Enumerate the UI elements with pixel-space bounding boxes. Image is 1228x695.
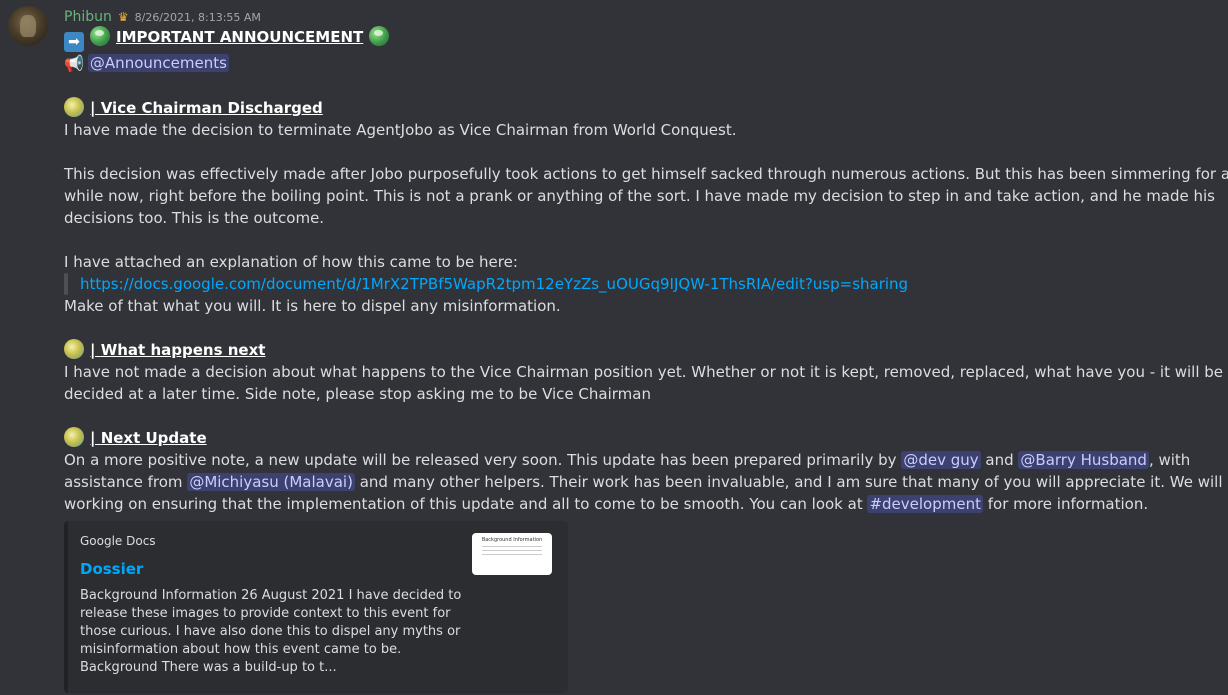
text-span: On a more positive note, a new update wi…: [64, 451, 902, 469]
paragraph: I have attached an explanation of how th…: [64, 253, 518, 271]
mention-line: 📢 @Announcements: [64, 52, 1188, 75]
announcement-title-line: ➡ IMPORTANT ANNOUNCEMENT: [64, 26, 1188, 52]
text-span: for more information.: [983, 495, 1149, 513]
section-heading-what-happens-next: | What happens next: [64, 339, 1188, 361]
text-span: and many other helpers. Their work has b…: [354, 473, 1228, 491]
block-quote: https://docs.google.com/document/d/1MrX2…: [64, 273, 1188, 295]
avatar[interactable]: [8, 6, 48, 46]
text-span: and: [980, 451, 1019, 469]
message-header: Phibun ♛ 8/26/2021, 8:13:55 AM: [64, 6, 1188, 25]
crown-icon: ♛: [117, 10, 129, 24]
globe-icon: [369, 26, 390, 46]
user-mention-michiyasu[interactable]: @Michiyasu (Malavai): [187, 473, 355, 491]
section-heading-prefix: |: [90, 99, 101, 117]
paragraph-line: This decision was effectively made after…: [64, 165, 1228, 183]
text-span: assistance from: [64, 473, 188, 491]
embed-description: Background Information 26 August 2021 I …: [80, 588, 462, 675]
embed-thumbnail[interactable]: Background Information: [472, 533, 552, 575]
section-heading-next-update: | Next Update: [64, 427, 1188, 449]
username[interactable]: Phibun: [64, 6, 112, 28]
section-heading-prefix: |: [90, 341, 101, 359]
arrow-right-icon: ➡: [64, 32, 84, 52]
link-embed: Google Docs Dossier Background Informati…: [64, 521, 568, 693]
user-mention-barry-husband[interactable]: @Barry Husband: [1018, 451, 1149, 469]
channel-mention-development[interactable]: #development: [867, 495, 983, 513]
text-span: working on ensuring that the implementat…: [64, 495, 868, 513]
paragraph: I have made the decision to terminate Ag…: [64, 121, 737, 139]
paragraph-line: decisions too. This is the outcome.: [64, 209, 325, 227]
announcement-title: IMPORTANT ANNOUNCEMENT: [116, 28, 364, 46]
section-heading-vice-chairman: | Vice Chairman Discharged: [64, 97, 1188, 119]
section-heading-text: Vice Chairman Discharged: [100, 99, 323, 117]
section-heading-text: Next Update: [100, 429, 207, 447]
sun-emblem-icon: [64, 339, 84, 359]
google-docs-link[interactable]: https://docs.google.com/document/d/1MrX2…: [80, 273, 908, 295]
text-span: , with: [1148, 451, 1191, 469]
section-heading-prefix: |: [90, 429, 101, 447]
sun-emblem-icon: [64, 97, 84, 117]
user-mention-dev-guy[interactable]: @dev guy: [901, 451, 981, 469]
section-heading-text: What happens next: [100, 341, 266, 359]
globe-icon: [90, 26, 110, 46]
sun-emblem-icon: [64, 427, 84, 447]
paragraph-line: On a more positive note, a new update wi…: [64, 449, 1191, 471]
thumbnail-title: Background Information: [481, 537, 543, 543]
quote-bar: [64, 273, 68, 295]
paragraph: Make of that what you will. It is here t…: [64, 297, 561, 315]
chat-message: Phibun ♛ 8/26/2021, 8:13:55 AM ➡ IMPORTAN…: [0, 0, 1228, 693]
paragraph-line: I have not made a decision about what ha…: [64, 363, 1224, 381]
paragraph-line: working on ensuring that the implementat…: [64, 493, 1188, 515]
role-mention-announcements[interactable]: @Announcements: [87, 54, 229, 72]
paragraph-line: assistance from @Michiyasu (Malavai) and…: [64, 471, 1228, 493]
paragraph-line: decided at a later time. Side note, plea…: [64, 385, 651, 403]
paragraph-line: while now, right before the boiling poin…: [64, 187, 1216, 205]
megaphone-icon: 📢: [64, 54, 84, 73]
